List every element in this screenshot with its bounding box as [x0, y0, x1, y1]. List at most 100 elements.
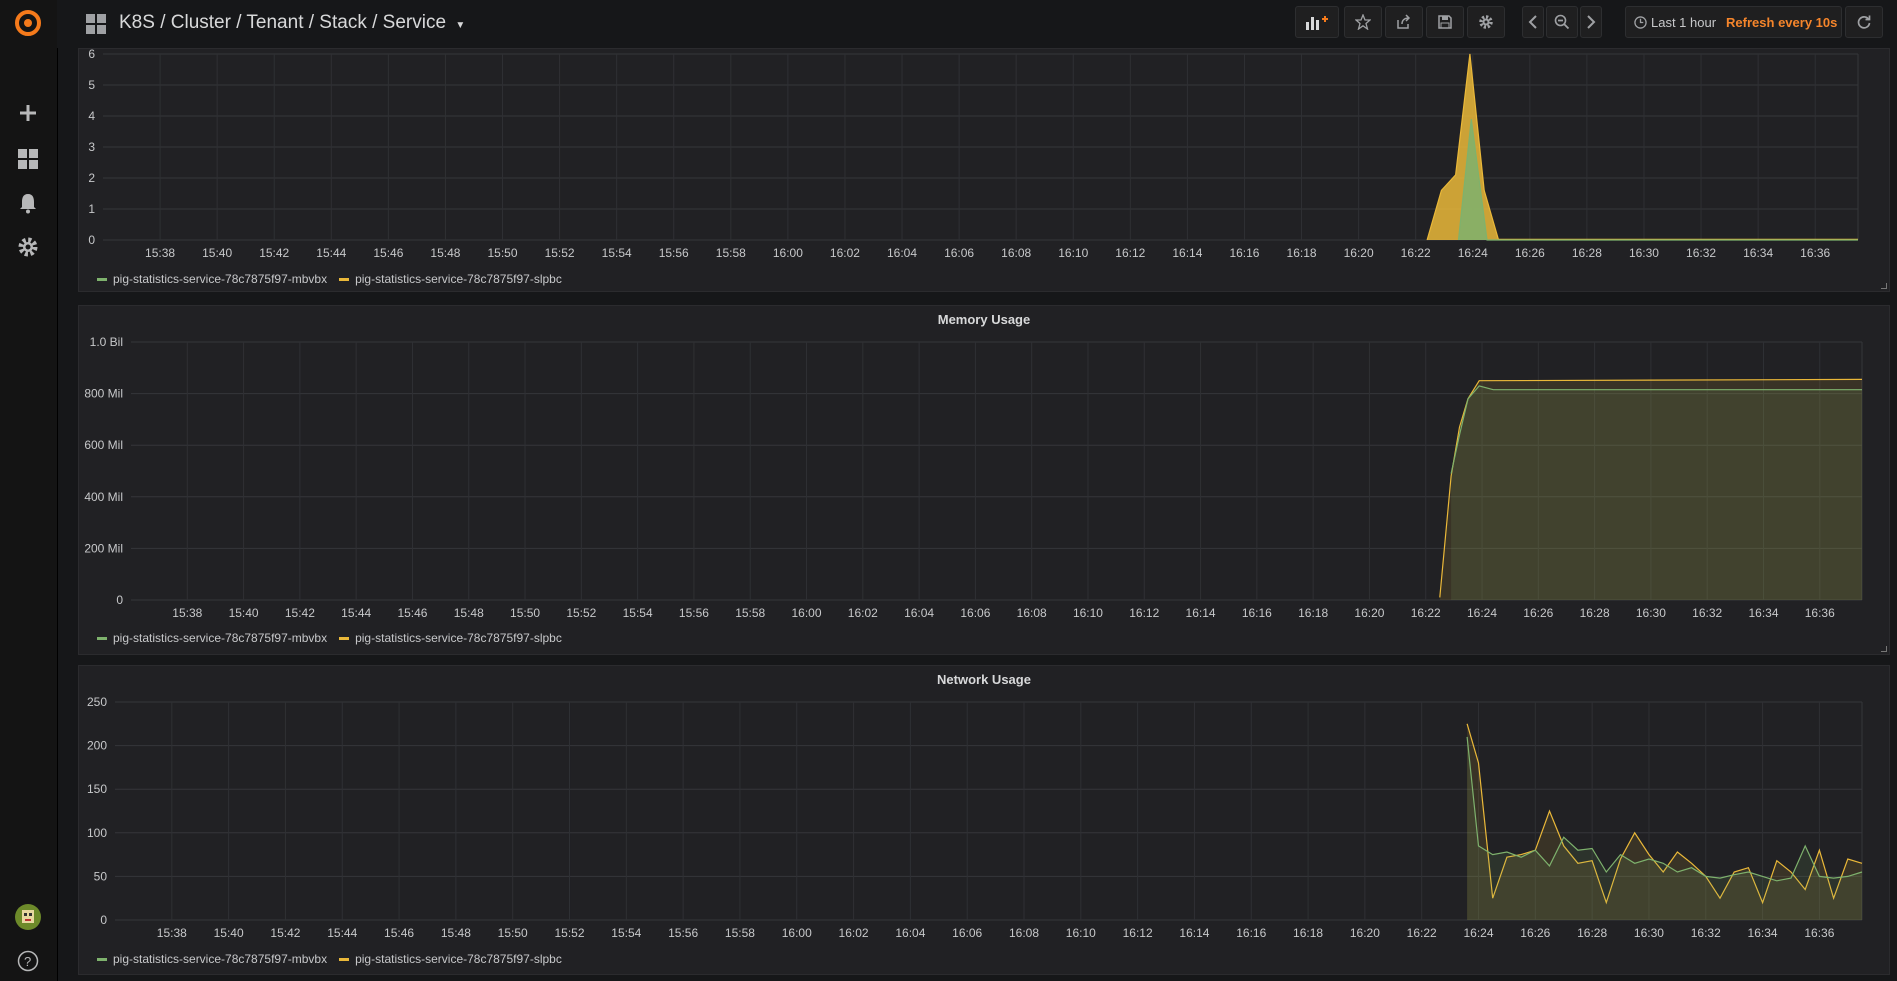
legend-label: pig-statistics-service-78c7875f97-slpbc [355, 952, 562, 966]
x-tick-label: 16:04 [904, 606, 934, 620]
time-range-label: Last 1 hour [1651, 14, 1717, 30]
x-tick-label: 16:28 [1572, 246, 1602, 260]
x-tick-label: 16:08 [1009, 926, 1039, 940]
legend-label: pig-statistics-service-78c7875f97-slpbc [355, 272, 562, 286]
dashboard-grid-icon[interactable] [85, 13, 107, 40]
y-tick-label: 100 [87, 826, 107, 840]
x-tick-label: 16:24 [1458, 246, 1488, 260]
y-tick-label: 50 [94, 869, 108, 883]
network-usage-chart: 0 50 100 150 200 250 15:38 15:40 15:42 15:44 15:46… [87, 695, 1863, 940]
y-tick-label: 200 [87, 739, 107, 753]
x-tick-label: 15:40 [202, 246, 232, 260]
cpu-usage-panel: 0 1 2 3 4 5 6 15:38 15:40 15:42 15:44 15:46 15:48 15:… [78, 48, 1890, 292]
x-tick-label: 16:22 [1411, 606, 1441, 620]
x-tick-label: 16:18 [1298, 606, 1328, 620]
refresh-button[interactable] [1845, 6, 1883, 38]
y-tick-label: 0 [116, 593, 123, 607]
legend-swatch [339, 636, 350, 640]
x-tick-label: 15:50 [510, 606, 540, 620]
top-bar: K8S / Cluster / Tenant / Stack / Service… [57, 0, 1897, 48]
x-tick-label: 15:38 [145, 246, 175, 260]
legend-swatch [339, 957, 350, 961]
x-tick-label: 15:58 [735, 606, 765, 620]
x-tick-label: 16:14 [1179, 926, 1209, 940]
dashboards-icon[interactable] [13, 144, 43, 174]
x-tick-label: 16:30 [1636, 606, 1666, 620]
y-tick-label: 400 Mil [84, 490, 123, 504]
x-tick-label: 16:00 [773, 246, 803, 260]
x-tick-label: 16:28 [1577, 926, 1607, 940]
avatar[interactable] [13, 902, 43, 932]
x-tick-label: 16:26 [1523, 606, 1553, 620]
x-tick-label: 16:34 [1743, 246, 1773, 260]
x-tick-label: 16:00 [782, 926, 812, 940]
network-usage-panel: Network Usage 0 50 100 150 200 250 15:38 15:40 1… [78, 665, 1890, 975]
x-tick-label: 16:14 [1172, 246, 1202, 260]
y-tick-label: 5 [88, 78, 95, 92]
x-tick-label: 16:32 [1692, 606, 1722, 620]
dashboard-title-picker[interactable]: K8S / Cluster / Tenant / Stack / Service… [119, 12, 465, 34]
x-tick-label: 15:46 [373, 246, 403, 260]
settings-button[interactable] [1467, 6, 1505, 38]
x-tick-label: 15:56 [659, 246, 689, 260]
x-tick-label: 15:42 [285, 606, 315, 620]
legend-label: pig-statistics-service-78c7875f97-mbvbx [113, 272, 328, 286]
x-tick-label: 15:52 [566, 606, 596, 620]
x-tick-label: 15:48 [430, 246, 460, 260]
time-back-button[interactable] [1522, 6, 1544, 38]
x-tick-label: 16:20 [1354, 606, 1384, 620]
x-tick-label: 16:34 [1748, 926, 1778, 940]
legend: pig-statistics-service-78c7875f97-mbvbx … [97, 952, 562, 966]
grafana-logo-icon[interactable] [13, 8, 43, 38]
x-tick-label: 16:02 [830, 246, 860, 260]
x-tick-label: 16:10 [1058, 246, 1088, 260]
series-area [1458, 119, 1858, 240]
legend-item[interactable]: pig-statistics-service-78c7875f97-slpbc [339, 952, 562, 966]
legend-item[interactable]: pig-statistics-service-78c7875f97-mbvbx [97, 272, 327, 286]
x-tick-label: 16:22 [1401, 246, 1431, 260]
legend-label: pig-statistics-service-78c7875f97-mbvbx [113, 952, 328, 966]
x-tick-label: 15:44 [316, 246, 346, 260]
x-tick-label: 15:40 [214, 926, 244, 940]
y-tick-label: 800 Mil [84, 387, 123, 401]
legend-item[interactable]: pig-statistics-service-78c7875f97-slpbc [339, 272, 562, 286]
x-tick-label: 15:46 [397, 606, 427, 620]
save-button[interactable] [1426, 6, 1464, 38]
panel-resize-handle[interactable] [1881, 283, 1887, 289]
sidebar: ? [0, 0, 58, 981]
gear-icon[interactable] [13, 232, 43, 262]
legend-item[interactable]: pig-statistics-service-78c7875f97-mbvbx [97, 952, 327, 966]
series-area [1451, 385, 1862, 600]
x-tick-label: 16:02 [848, 606, 878, 620]
x-tick-label: 15:42 [270, 926, 300, 940]
bell-icon[interactable] [13, 188, 43, 218]
x-tick-label: 15:52 [554, 926, 584, 940]
legend-item[interactable]: pig-statistics-service-78c7875f97-mbvbx [97, 631, 327, 645]
x-tick-label: 16:18 [1293, 926, 1323, 940]
x-tick-label: 15:58 [725, 926, 755, 940]
star-button[interactable] [1344, 6, 1382, 38]
x-tick-label: 16:16 [1242, 606, 1272, 620]
legend-swatch [97, 277, 107, 281]
time-picker-button[interactable]: Last 1 hour Refresh every 10s [1625, 6, 1842, 38]
cpu-usage-chart: 0 1 2 3 4 5 6 15:38 15:40 15:42 15:44 15:46 15:48 15:… [88, 49, 1859, 260]
x-tick-label: 16:08 [1001, 246, 1031, 260]
x-tick-label: 15:50 [498, 926, 528, 940]
add-panel-button[interactable] [1295, 6, 1339, 38]
time-forward-button[interactable] [1580, 6, 1602, 38]
share-button[interactable] [1385, 6, 1423, 38]
legend-item[interactable]: pig-statistics-service-78c7875f97-slpbc [339, 631, 562, 645]
zoom-out-button[interactable] [1546, 6, 1578, 38]
x-tick-label: 15:44 [327, 926, 357, 940]
x-tick-label: 16:12 [1129, 606, 1159, 620]
plus-icon[interactable] [13, 98, 43, 128]
legend-label: pig-statistics-service-78c7875f97-mbvbx [113, 631, 328, 645]
help-icon[interactable]: ? [13, 946, 43, 976]
x-tick-label: 15:38 [172, 606, 202, 620]
x-tick-label: 16:24 [1467, 606, 1497, 620]
panel-resize-handle[interactable] [1881, 646, 1887, 652]
x-tick-label: 16:18 [1287, 246, 1317, 260]
x-tick-label: 16:16 [1229, 246, 1259, 260]
x-tick-label: 16:26 [1515, 246, 1545, 260]
y-tick-label: 200 Mil [84, 541, 123, 555]
